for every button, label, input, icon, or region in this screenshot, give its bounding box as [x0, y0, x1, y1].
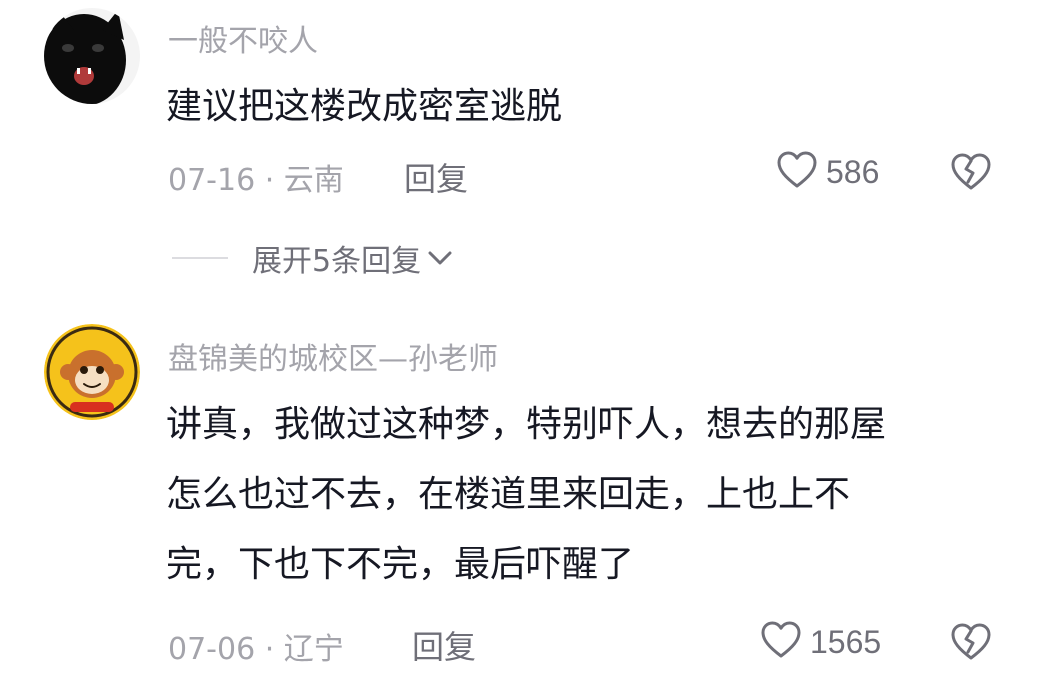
- dislike-button[interactable]: [948, 152, 994, 196]
- comment-text-line: 讲真，我做过这种梦，特别吓人，想去的那屋: [166, 404, 887, 445]
- like-count: 1565: [810, 623, 882, 660]
- comment-username[interactable]: 盘锦美的城校区—孙老师: [168, 334, 498, 378]
- black-cat-avatar-icon[interactable]: [44, 8, 140, 104]
- meta-separator: ·: [255, 632, 284, 667]
- like-button[interactable]: 1565: [760, 620, 881, 664]
- comment-location: 云南: [283, 163, 344, 198]
- comment-date: 07-16: [168, 163, 256, 198]
- heart-icon: [776, 150, 818, 194]
- comment-text-line: 怎么也过不去，在楼道里来回走，上也上不: [166, 474, 851, 515]
- monkey-logo-avatar-icon[interactable]: [44, 324, 140, 420]
- broken-heart-icon: [948, 623, 994, 666]
- comment-text-line: 完，下也下不完，最后吓醒了: [166, 544, 635, 585]
- comment-text: 建议把这楼改成密室逃脱: [166, 72, 562, 142]
- expand-replies-button[interactable]: 展开5条回复: [172, 236, 453, 280]
- comment-text-line: 建议把这楼改成密室逃脱: [166, 86, 563, 127]
- meta-separator: ·: [255, 163, 284, 198]
- comment-meta: 07-06 · 辽宁: [168, 624, 344, 668]
- reply-button[interactable]: 回复: [404, 154, 468, 200]
- comment-meta: 07-16 · 云南: [168, 155, 344, 199]
- chevron-down-icon: [427, 249, 453, 267]
- reply-button[interactable]: 回复: [412, 622, 476, 668]
- expand-replies-label: 展开5条回复: [252, 244, 422, 279]
- dislike-button[interactable]: [948, 622, 994, 666]
- comment-text: 讲真，我做过这种梦，特别吓人，想去的那屋 怎么也过不去，在楼道里来回走，上也上不…: [166, 390, 886, 600]
- comment-username[interactable]: 一般不咬人: [168, 16, 318, 60]
- comment-date: 07-06: [168, 632, 256, 667]
- broken-heart-icon: [948, 153, 994, 196]
- divider-line: [172, 257, 228, 259]
- like-count: 586: [826, 153, 880, 190]
- like-button[interactable]: 586: [776, 150, 879, 194]
- comment-location: 辽宁: [283, 632, 344, 667]
- heart-icon: [760, 620, 802, 664]
